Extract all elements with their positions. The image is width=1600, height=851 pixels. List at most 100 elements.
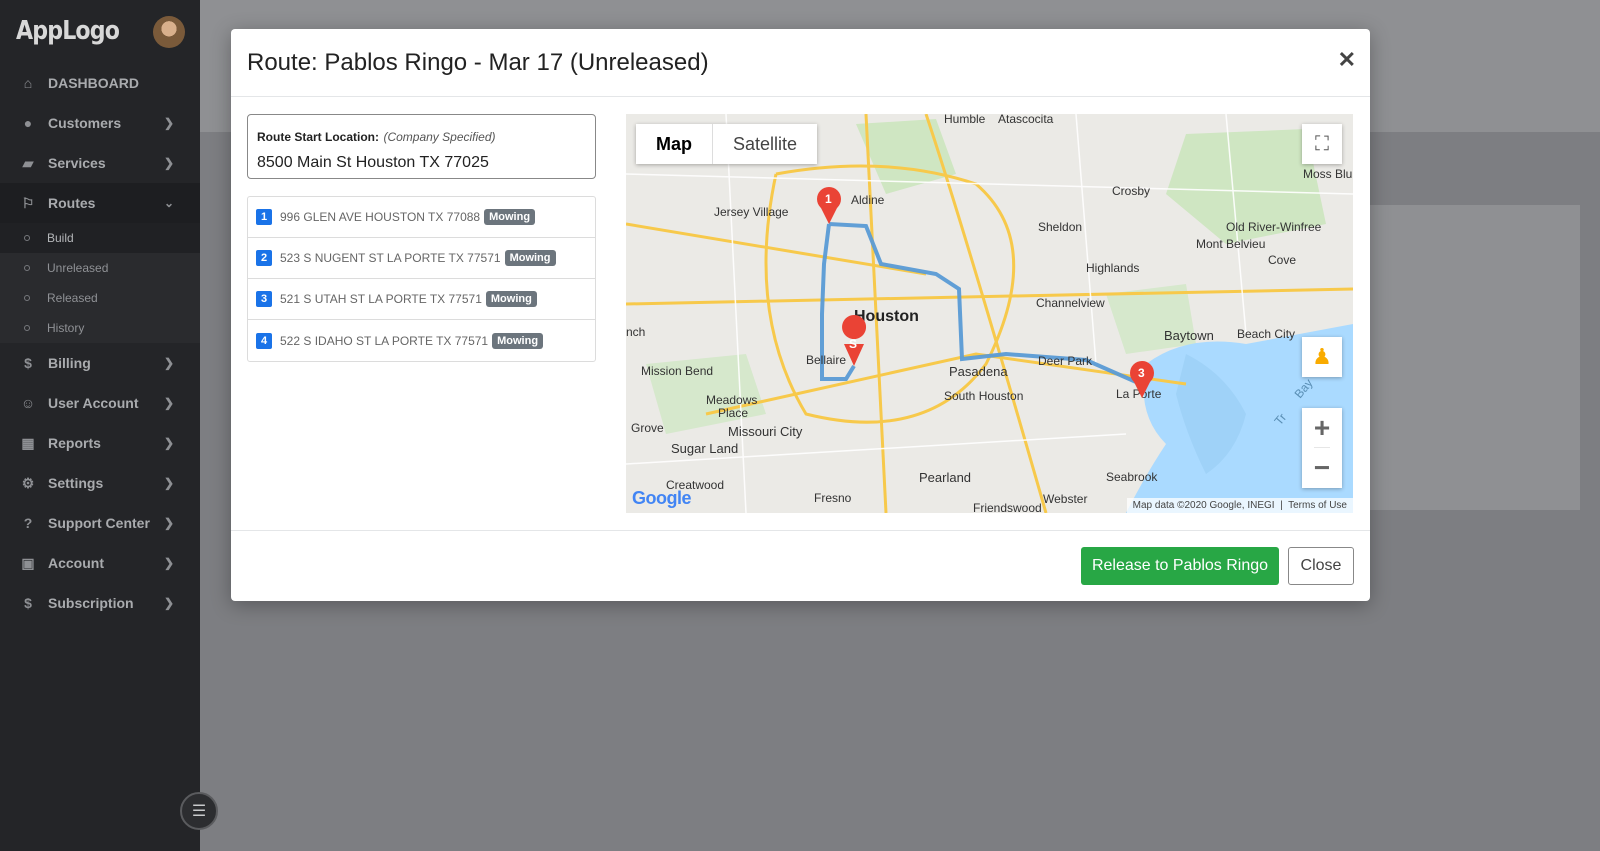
pin-label-start: S	[849, 337, 857, 351]
sidebar-item-billing[interactable]: $ Billing ❯	[0, 343, 200, 383]
list-item[interactable]: 1 996 GLEN AVE HOUSTON TX 77088 Mowing	[248, 197, 595, 238]
sidebar-item-services[interactable]: ▰ Services ❯	[0, 143, 200, 183]
sidebar-subitem-build[interactable]: Build	[0, 223, 200, 253]
sidebar-subitem-released[interactable]: Released	[0, 283, 200, 313]
sidebar-item-user-account[interactable]: ☺ User Account ❯	[0, 383, 200, 423]
sidebar-item-reports[interactable]: ▦ Reports ❯	[0, 423, 200, 463]
user-icon: ●	[23, 115, 33, 131]
list-item[interactable]: 4 522 S IDAHO ST LA PORTE TX 77571 Mowin…	[248, 320, 595, 361]
background-card	[1340, 205, 1580, 510]
stop-number: 3	[256, 291, 272, 307]
svg-text:Humble: Humble	[944, 114, 986, 126]
flag-icon: ⚐	[21, 194, 35, 211]
dollar-circle-icon: $	[24, 355, 32, 371]
street-view-button[interactable]: ♟	[1302, 337, 1342, 377]
sidebar-subitem-label: History	[47, 321, 85, 335]
sidebar-subitem-history[interactable]: History	[0, 313, 200, 343]
svg-text:Webster: Webster	[1043, 492, 1087, 506]
avatar[interactable]	[153, 16, 185, 48]
sidebar-item-label: Settings	[48, 475, 104, 491]
map-attribution: Map data ©2020 Google, INEGI | Terms of …	[1126, 498, 1353, 513]
id-card-icon: ▣	[21, 554, 35, 571]
list-item[interactable]: 2 523 S NUGENT ST LA PORTE TX 77571 Mowi…	[248, 238, 595, 279]
sidebar-subitem-unreleased[interactable]: Unreleased	[0, 253, 200, 283]
zoom-in-button[interactable]: +	[1313, 408, 1331, 448]
home-icon: ⌂	[23, 75, 33, 91]
list-item[interactable]: 3 521 S UTAH ST LA PORTE TX 77571 Mowing	[248, 279, 595, 320]
route-modal: Route: Pablos Ringo - Mar 17 (Unreleased…	[231, 29, 1370, 601]
svg-text:Beach City: Beach City	[1237, 327, 1295, 341]
svg-text:Jersey Village: Jersey Village	[714, 205, 789, 219]
zoom-control: + −	[1302, 408, 1342, 488]
svg-text:Atascocita: Atascocita	[998, 114, 1054, 126]
service-badge: Mowing	[484, 209, 536, 225]
release-button[interactable]: Release to Pablos Ringo	[1081, 547, 1279, 585]
svg-text:Highlands: Highlands	[1086, 261, 1139, 275]
sidebar-item-subscription[interactable]: $ Subscription ❯	[0, 583, 200, 623]
sidebar-item-settings[interactable]: ⚙ Settings ❯	[0, 463, 200, 503]
svg-text:Grove: Grove	[631, 421, 664, 435]
map-type-satellite-button[interactable]: Satellite	[712, 124, 817, 164]
route-start-spec: (Company Specified)	[383, 130, 496, 144]
table-icon: ▦	[21, 434, 35, 451]
map-type-map-button[interactable]: Map	[636, 124, 712, 164]
sidebar-item-routes[interactable]: ⚐ Routes ⌄	[0, 183, 200, 223]
sidebar-collapse-button[interactable]: ☰	[180, 792, 218, 830]
sidebar-nav: ⌂ DASHBOARD ● Customers ❯ ▰ Services ❯ ⚐…	[0, 63, 200, 623]
fullscreen-icon: ⛶	[1315, 132, 1329, 155]
sidebar-item-label: Support Center	[48, 515, 150, 531]
map-type-control: Map Satellite	[636, 124, 818, 164]
sidebar-item-label: DASHBOARD	[48, 75, 139, 91]
service-badge: Mowing	[492, 332, 544, 349]
modal-footer: Release to Pablos Ringo Close	[231, 530, 1370, 601]
pegman-icon: ♟	[1312, 344, 1332, 369]
sidebar-subitem-label: Build	[47, 231, 74, 245]
svg-text:Moss Blu: Moss Blu	[1303, 167, 1352, 181]
collapse-menu-icon: ☰	[191, 803, 207, 820]
sidebar-item-support-center[interactable]: ? Support Center ❯	[0, 503, 200, 543]
sidebar-item-label: Subscription	[48, 595, 134, 611]
circle-icon	[24, 265, 30, 271]
app-logo: AppLogo	[16, 16, 120, 46]
terms-link[interactable]: Terms of Use	[1288, 500, 1347, 511]
dollar-icon: $	[24, 595, 32, 611]
close-icon[interactable]: ✕	[1338, 47, 1356, 73]
svg-text:Friendswood: Friendswood	[973, 501, 1042, 513]
question-icon: ?	[23, 515, 33, 531]
sidebar-item-label: Services	[48, 155, 106, 171]
sidebar-item-dashboard[interactable]: ⌂ DASHBOARD	[0, 63, 200, 103]
svg-text:Baytown: Baytown	[1164, 328, 1214, 343]
chevron-right-icon: ❯	[163, 476, 174, 490]
svg-text:Meadows: Meadows	[706, 393, 757, 407]
sidebar-item-account[interactable]: ▣ Account ❯	[0, 543, 200, 583]
svg-text:Deer Park: Deer Park	[1038, 354, 1093, 368]
stop-address: 996 GLEN AVE HOUSTON TX 77088	[280, 210, 481, 224]
sidebar-item-label: Routes	[48, 195, 96, 211]
fullscreen-button[interactable]: ⛶	[1302, 124, 1342, 164]
service-badge: Mowing	[485, 291, 537, 307]
svg-text:Crosby: Crosby	[1112, 184, 1150, 198]
chevron-right-icon: ❯	[163, 156, 174, 170]
route-start-label: Route Start Location:	[257, 130, 379, 144]
sidebar-item-customers[interactable]: ● Customers ❯	[0, 103, 200, 143]
svg-text:Channelview: Channelview	[1036, 296, 1105, 310]
svg-text:Aldine: Aldine	[851, 193, 885, 207]
stop-address: 522 S IDAHO ST LA PORTE TX 77571	[280, 333, 489, 348]
svg-text:Bellaire: Bellaire	[806, 353, 846, 367]
chevron-right-icon: ❯	[163, 356, 174, 370]
sidebar-item-label: User Account	[48, 395, 139, 411]
svg-text:Seabrook: Seabrook	[1106, 470, 1158, 484]
google-logo: Google	[632, 488, 692, 508]
sidebar-item-label: Account	[48, 555, 104, 571]
zoom-out-button[interactable]: −	[1314, 448, 1330, 488]
stop-address: 523 S NUGENT ST LA PORTE TX 77571	[280, 251, 501, 265]
close-button[interactable]: Close	[1288, 547, 1354, 585]
stop-number: 1	[256, 209, 272, 225]
sidebar-subitem-label: Unreleased	[47, 261, 109, 275]
svg-text:nch: nch	[626, 325, 645, 339]
route-map[interactable]: Humble Atascocita Aldine Crosby Jersey Vil…	[626, 114, 1353, 513]
route-start-box: Route Start Location: (Company Specified…	[247, 114, 596, 179]
user-circle-icon: ☺	[20, 395, 36, 411]
chevron-right-icon: ❯	[163, 556, 174, 570]
stop-list: 1 996 GLEN AVE HOUSTON TX 77088 Mowing 2…	[247, 196, 596, 362]
